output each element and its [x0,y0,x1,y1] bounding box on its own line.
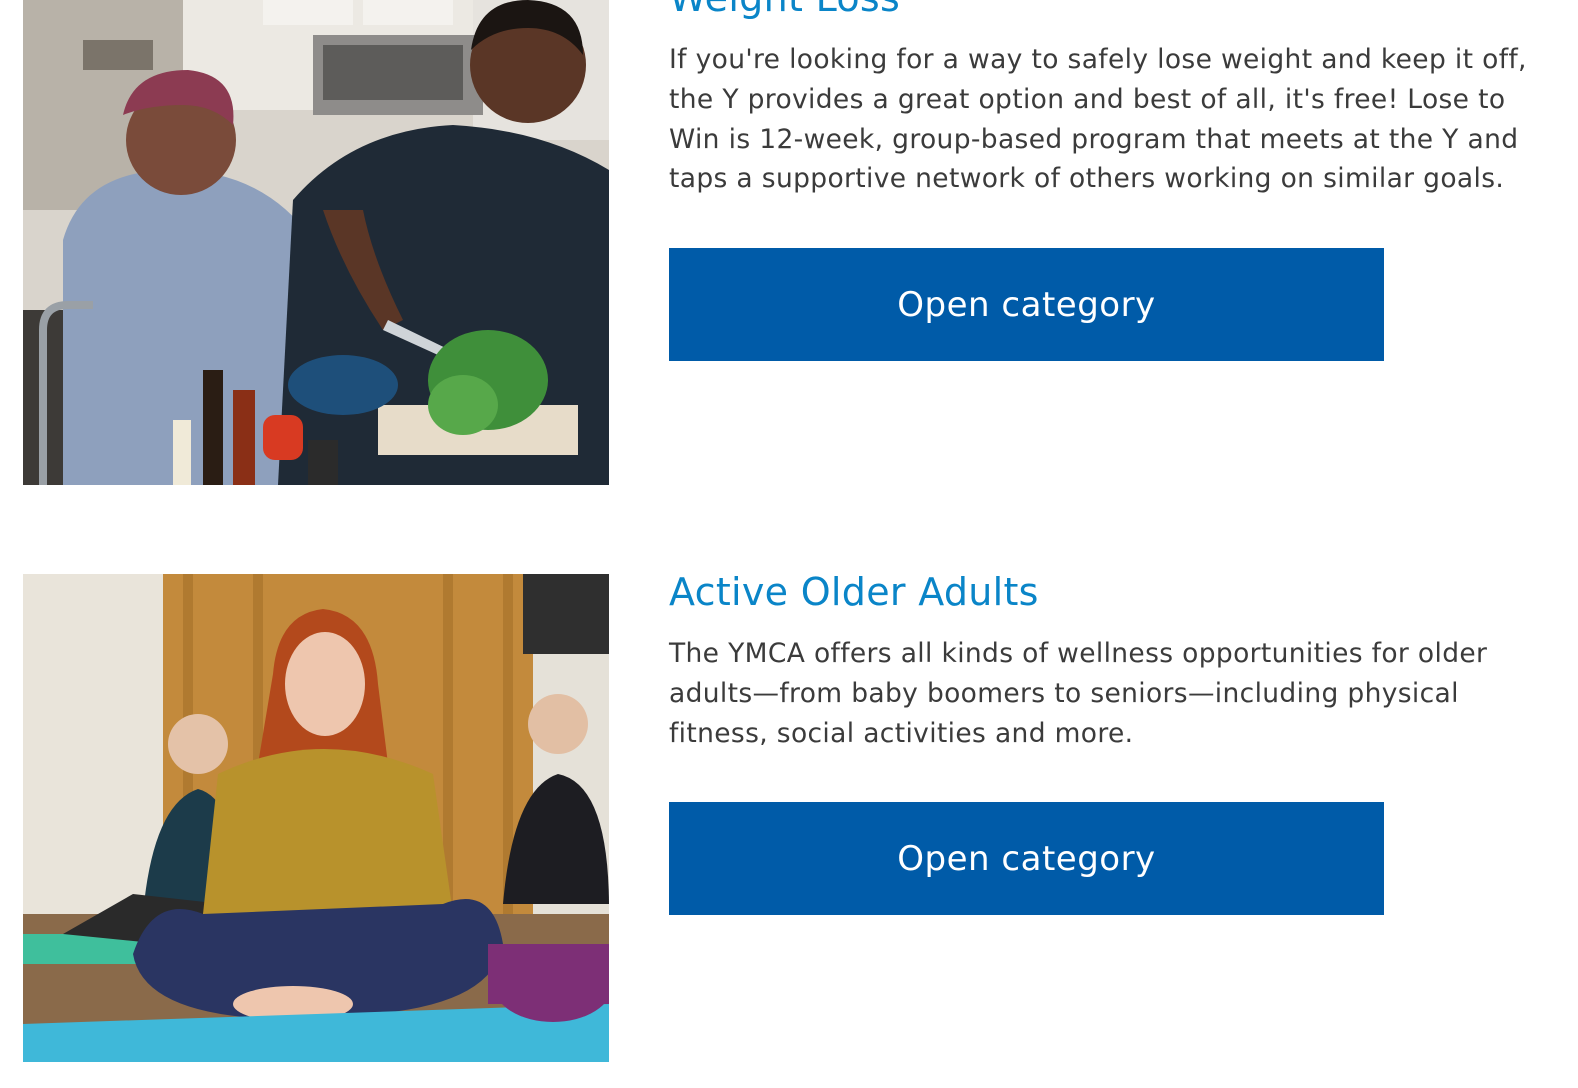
category-description: If you're looking for a way to safely lo… [669,44,1527,195]
open-category-button[interactable]: Open category [669,248,1384,362]
active-older-adults-photo [23,574,609,1062]
weight-loss-photo [23,0,609,485]
category-active-older-adults: Active Older Adults The YMCA offers all … [0,570,1578,1064]
category-title: Weight Loss [669,0,1539,24]
category-description: The YMCA offers all kinds of wellness op… [669,638,1488,749]
open-category-button[interactable]: Open category [669,802,1384,916]
active-older-adults-content: Active Older Adults The YMCA offers all … [669,566,1539,916]
category-weight-loss: Weight Loss If you're looking for a way … [0,0,1578,490]
cooking-couple-image [23,0,609,485]
weight-loss-content: Weight Loss If you're looking for a way … [669,0,1539,362]
category-title: Active Older Adults [669,570,1039,614]
yoga-class-image [23,574,609,1062]
